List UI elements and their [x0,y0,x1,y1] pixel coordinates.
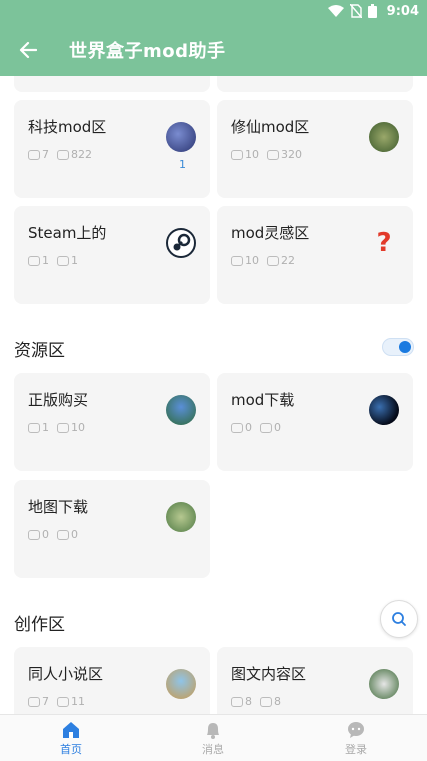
forum-card-mod-inspiration[interactable]: mod灵感区 10 22 ? [217,206,413,304]
bottom-nav: 首页 消息 登录 [0,714,427,761]
back-button[interactable] [14,36,42,64]
card-title: 科技mod区 [28,118,107,136]
status-icons [328,4,377,18]
card-stats: 7 11 [28,695,85,708]
comment-icon [260,422,272,433]
card-thumbnail [369,395,399,425]
question-mark-icon: ? [376,228,392,258]
comment-icon [267,149,279,160]
card-thumbnail [166,502,196,532]
comment-icon [260,696,272,707]
comment-icon [267,255,279,266]
card-stats: 1 1 [28,254,78,267]
app-bar: 世界盒子mod助手 [0,24,427,76]
page-title: 世界盒子mod助手 [69,41,226,62]
comment-icon [57,255,69,266]
likes-icon [231,149,243,160]
card-stats: 10 22 [231,254,295,267]
card-title: mod下载 [231,391,295,409]
status-bar: 9:04 [0,0,427,24]
comment-icon [57,696,69,707]
comment-icon [57,422,69,433]
forum-card-official-purchase[interactable]: 正版购买 1 10 [14,373,210,471]
card-partial-left[interactable] [14,76,210,92]
section-title-creation: 创作区 [14,615,65,635]
forum-card-steam[interactable]: Steam上的 1 1 [14,206,210,304]
search-icon [392,612,406,626]
likes-icon [28,422,40,433]
forum-card-map-download[interactable]: 地图下载 0 0 [14,480,210,578]
card-stats: 10 320 [231,148,302,161]
likes-icon [231,696,243,707]
card-stats: 1 10 [28,421,85,434]
card-title: 正版购买 [28,391,89,409]
forum-card-image-text[interactable]: 图文内容区 8 8 [217,647,413,714]
card-stats: 0 0 [231,421,281,434]
likes-icon [231,255,243,266]
card-title: Steam上的 [28,224,107,242]
likes-icon [28,529,40,540]
nav-label-home: 首页 [60,743,82,756]
card-stats: 7 822 [28,148,92,161]
likes-icon [28,255,40,266]
card-stats: 8 8 [231,695,281,708]
nav-label-login: 登录 [345,743,367,756]
card-title: 同人小说区 [28,665,104,683]
card-stats: 0 0 [28,528,78,541]
section-title-resources: 资源区 [14,341,65,361]
no-sim-icon [350,4,362,18]
nav-label-messages: 消息 [202,743,224,756]
nav-item-home[interactable]: 首页 [31,721,111,757]
card-thumbnail [166,669,196,699]
forum-card-mod-download[interactable]: mod下载 0 0 [217,373,413,471]
likes-icon [231,422,243,433]
steam-logo-icon [166,228,196,258]
forum-card-fan-fiction[interactable]: 同人小说区 7 11 [14,647,210,714]
card-thumbnail [166,122,196,152]
card-partial-right[interactable] [217,76,413,92]
card-thumbnail [369,669,399,699]
card-title: 图文内容区 [231,665,307,683]
card-title: 地图下载 [28,498,89,516]
card-title: 修仙mod区 [231,118,310,136]
likes-icon [28,696,40,707]
forum-card-tech-mod[interactable]: 科技mod区 7 822 1 [14,100,210,198]
card-thumbnail [166,395,196,425]
likes-icon [28,149,40,160]
chat-bubble-icon [348,722,364,738]
forum-card-xiuxian-mod[interactable]: 修仙mod区 10 320 [217,100,413,198]
nav-item-messages[interactable]: 消息 [173,721,253,757]
card-badge: 1 [179,158,186,171]
wifi-icon [328,5,344,17]
arrow-left-icon [19,41,38,59]
card-title: mod灵感区 [231,224,310,242]
card-thumbnail [369,122,399,152]
search-button[interactable] [380,600,418,638]
nav-item-login[interactable]: 登录 [316,721,396,757]
home-icon [63,722,79,738]
battery-icon [368,4,377,18]
forum-content[interactable]: 科技mod区 7 822 1 修仙mod区 10 320 Steam上的 1 1… [0,76,427,714]
section-toggle[interactable] [382,338,414,356]
status-time: 9:04 [386,4,419,19]
bell-icon [207,723,219,739]
comment-icon [57,529,69,540]
comment-icon [57,149,69,160]
